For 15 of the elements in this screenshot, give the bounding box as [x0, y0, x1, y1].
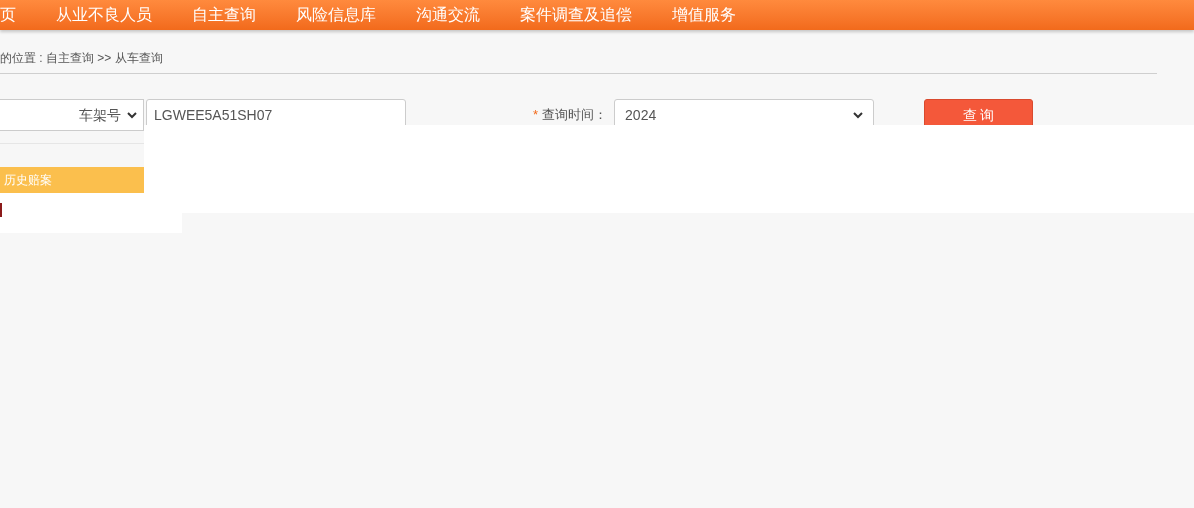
time-label: 查询时间： — [542, 106, 609, 125]
chevron-down-icon — [127, 111, 137, 119]
breadcrumb: 的位置 : 自主查询 >> 从车查询 — [0, 51, 163, 65]
type-select[interactable]: 车架号 — [0, 99, 144, 131]
nav-item[interactable]: 增值服务 — [672, 3, 736, 27]
required-mark: * — [533, 106, 539, 125]
nav-item[interactable]: 页 — [0, 3, 16, 27]
nav-item[interactable]: 从业不良人员 — [56, 3, 152, 27]
nav-item[interactable]: 案件调查及追偿 — [520, 3, 632, 27]
edge-mark — [0, 203, 2, 217]
nav-item[interactable]: 沟通交流 — [416, 3, 480, 27]
nav-item[interactable]: 风险信息库 — [296, 3, 376, 27]
chevron-down-icon — [853, 111, 864, 119]
nav-item[interactable]: 自主查询 — [192, 3, 256, 27]
tab[interactable]: 历史赔案 — [0, 167, 144, 193]
